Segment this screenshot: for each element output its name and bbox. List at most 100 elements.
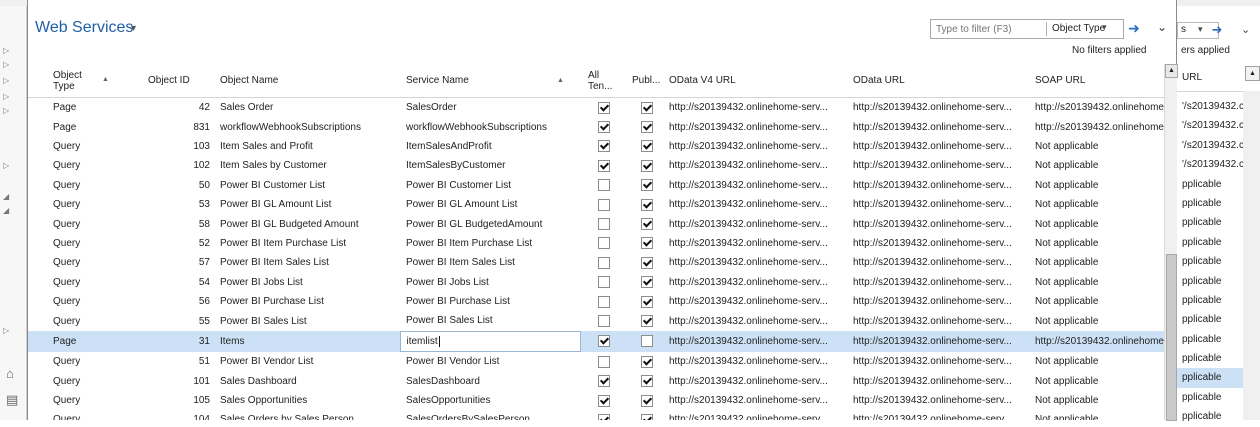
collapse-arrow-icon[interactable]: ◢ [3,192,9,202]
cell-object-type[interactable]: Query [28,176,148,195]
cell-odata-url[interactable]: http://s20139432.onlinehome-serv... [849,410,1031,420]
cell-odata-url[interactable]: http://s20139432.onlinehome-serv... [849,234,1031,253]
cell-object-type[interactable]: Query [28,214,148,233]
cell-odata-v4-url[interactable]: http://s20139432.onlinehome-serv... [665,371,849,390]
checkbox-checked[interactable] [598,335,611,348]
cell-odata-url[interactable]: http://s20139432.onlinehome-serv... [849,331,1031,352]
table-row[interactable]: Page 42 Sales Order SalesOrder http://s20139… [28,98,1169,118]
home-icon[interactable]: ⌂ [6,367,19,380]
expand-arrow-icon[interactable]: ▷ [3,46,9,56]
cell-object-name[interactable]: Power BI GL Budgeted Amount [214,214,400,233]
cell-object-name[interactable]: Item Sales by Customer [214,156,400,175]
checkbox-checked[interactable] [640,355,653,368]
cell-object-name[interactable]: Sales Dashboard [214,371,400,390]
apply-filter-arrow-icon[interactable]: ➜ [1125,19,1143,37]
cell-service-name[interactable]: Power BI Jobs List [400,273,580,292]
cell-object-id[interactable]: 52 [148,234,214,253]
checkbox-checked[interactable] [640,256,653,269]
cell-object-type[interactable]: Query [28,234,148,253]
cell-service-name[interactable]: Power BI Vendor List [400,352,580,372]
checkbox-unchecked[interactable] [598,198,610,211]
expand-arrow-icon[interactable]: ▷ [3,60,9,70]
cell-object-id[interactable]: 53 [148,195,214,214]
checkbox-checked[interactable] [640,315,653,328]
expand-arrow-icon[interactable]: ▷ [3,161,9,171]
cell-service-name[interactable]: Power BI Customer List [400,176,580,195]
cell-object-type[interactable]: Query [28,253,148,272]
cell-object-type[interactable]: Query [28,292,148,311]
grid-vertical-scrollbar[interactable]: ▲ [1164,64,1178,421]
cell-service-name[interactable]: SalesOpportunities [400,391,580,410]
cell-odata-url[interactable]: http://s20139432.onlinehome-serv... [849,273,1031,292]
cell-service-name[interactable]: ItemSalesAndProfit [400,137,580,156]
page-title[interactable]: Web Services [35,19,133,37]
table-row[interactable]: Query 102 Item Sales by Customer ItemSalesB… [28,156,1169,175]
chevron-down-icon[interactable]: ⌄ [1241,23,1250,36]
cell-odata-v4-url[interactable]: http://s20139432.onlinehome-serv... [665,156,849,175]
cell-soap-url[interactable]: Not applicable [1031,410,1169,420]
cell-odata-url[interactable]: http://s20139432.onlinehome-serv... [849,253,1031,272]
cell-odata-url[interactable]: http://s20139432.onlinehome-serv... [849,137,1031,156]
column-header-service-name[interactable]: Service Name ▲ [400,64,580,98]
table-row[interactable]: Page 831 workflowWebhookSubscriptions workf… [28,117,1169,136]
collapse-chevron-icon[interactable]: ⌄ [1155,20,1169,34]
cell-soap-url[interactable]: Not applicable [1031,176,1169,195]
cell-odata-v4-url[interactable]: http://s20139432.onlinehome-serv... [665,137,849,156]
cell-object-name[interactable]: Power BI Vendor List [214,352,400,372]
checkbox-unchecked[interactable] [598,218,610,231]
cell-service-name[interactable]: Power BI GL BudgetedAmount [400,214,580,233]
cell-soap-url[interactable]: Not applicable [1031,137,1169,156]
table-row[interactable]: Query 104 Sales Orders by Sales Person Sale… [28,410,1169,420]
cell-soap-url[interactable]: Not applicable [1031,311,1169,331]
cell-object-name[interactable]: Items [214,331,400,352]
cell-object-name[interactable]: Sales Opportunities [214,391,400,410]
checkbox-checked[interactable] [640,295,653,308]
cell-odata-v4-url[interactable]: http://s20139432.onlinehome-serv... [665,117,849,136]
cell-object-type[interactable]: Query [28,156,148,175]
scroll-up-icon[interactable]: ▲ [1165,64,1178,78]
expand-arrow-icon[interactable]: ▷ [3,92,9,102]
cell-odata-v4-url[interactable]: http://s20139432.onlinehome-serv... [665,214,849,233]
checkbox-unchecked[interactable] [598,315,610,328]
cell-odata-url[interactable]: http://s20139432.onlinehome-serv... [849,214,1031,233]
cell-odata-url[interactable]: http://s20139432.onlinehome-serv... [849,117,1031,136]
title-menu-chevron-icon[interactable]: ▾ [131,23,136,34]
cell-object-id[interactable]: 31 [148,331,214,352]
cell-object-id[interactable]: 57 [148,253,214,272]
cell-odata-v4-url[interactable]: http://s20139432.onlinehome-serv... [665,253,849,272]
cell-odata-v4-url[interactable]: http://s20139432.onlinehome-serv... [665,273,849,292]
checkbox-checked[interactable] [640,218,653,231]
cell-odata-url[interactable]: http://s20139432.onlinehome-serv... [849,391,1031,410]
cell-odata-v4-url[interactable]: http://s20139432.onlinehome-serv... [665,234,849,253]
cell-object-id[interactable]: 51 [148,352,214,372]
expand-arrow-icon[interactable]: ▷ [3,106,9,116]
cell-object-type[interactable]: Query [28,352,148,372]
cell-soap-url[interactable]: Not applicable [1031,292,1169,311]
checkbox-unchecked[interactable] [598,237,610,250]
cell-object-id[interactable]: 831 [148,117,214,136]
cell-odata-v4-url[interactable]: http://s20139432.onlinehome-serv... [665,195,849,214]
cell-soap-url[interactable]: http://s20139432.onlinehome-serv... [1031,98,1169,118]
column-header-odata-v4-url[interactable]: OData V4 URL [665,64,849,98]
cell-object-type[interactable]: Query [28,391,148,410]
cell-soap-url[interactable]: http://s20139432.onlinehome-serv... [1031,117,1169,136]
cell-service-name-editing[interactable]: itemlist [399,330,581,353]
expand-arrow-icon[interactable]: ▷ [3,326,9,336]
cell-service-name[interactable]: ItemSalesByCustomer [400,156,580,175]
scrollbar-thumb[interactable] [1166,254,1177,421]
cell-soap-url[interactable]: Not applicable [1031,391,1169,410]
cell-soap-url[interactable]: Not applicable [1031,273,1169,292]
cell-object-name[interactable]: Power BI Sales List [214,311,400,331]
cell-object-type[interactable]: Query [28,371,148,390]
cell-object-id[interactable]: 55 [148,311,214,331]
column-header-all-tenants[interactable]: All Ten... [580,64,628,98]
cell-odata-url[interactable]: http://s20139432.onlinehome-serv... [849,352,1031,372]
table-row[interactable]: Query 57 Power BI Item Sales List Power BI … [28,253,1169,272]
cell-object-id[interactable]: 50 [148,176,214,195]
table-row[interactable]: Query 50 Power BI Customer List Power BI Cu… [28,176,1169,195]
cell-object-id[interactable]: 58 [148,214,214,233]
cell-service-name[interactable]: Power BI GL Amount List [400,195,580,214]
checkbox-checked[interactable] [640,198,653,211]
scroll-up-icon[interactable]: ▲ [1245,66,1260,81]
checkbox-checked[interactable] [598,101,610,114]
